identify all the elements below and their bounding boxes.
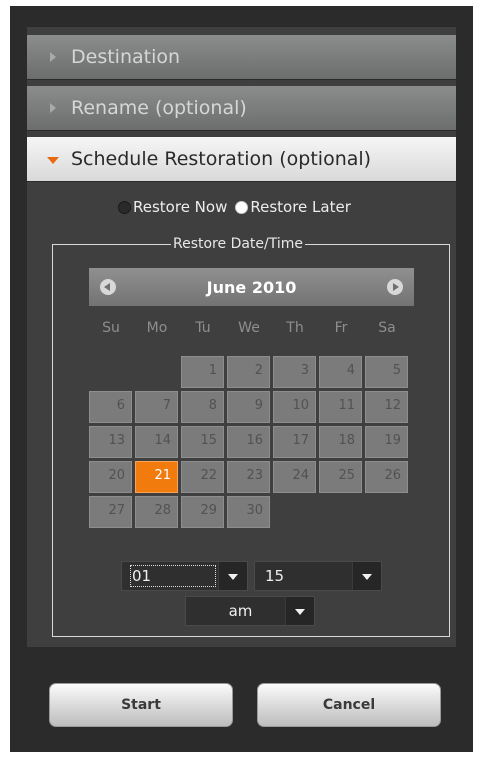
calendar-day[interactable]: 11 xyxy=(319,391,362,423)
calendar-day[interactable]: 15 xyxy=(181,426,224,458)
calendar-day[interactable]: 25 xyxy=(319,461,362,493)
section-destination[interactable]: Destination xyxy=(27,35,456,80)
ampm-select[interactable]: am xyxy=(185,596,315,626)
restore-now-radio[interactable] xyxy=(118,200,131,214)
prev-month-icon[interactable] xyxy=(100,279,116,295)
weekday-label: Su xyxy=(102,320,120,336)
collapse-arrow-icon xyxy=(47,157,59,164)
weekday-label: Tu xyxy=(195,320,211,336)
calendar-day[interactable]: 14 xyxy=(135,426,178,458)
calendar-day[interactable]: 6 xyxy=(89,391,132,423)
calendar-day[interactable]: 23 xyxy=(227,461,270,493)
weekday-label: We xyxy=(238,320,260,336)
hour-select[interactable]: 01 xyxy=(121,561,248,591)
calendar-day[interactable]: 8 xyxy=(181,391,224,423)
calendar-day[interactable]: 19 xyxy=(365,426,408,458)
cancel-button[interactable]: Cancel xyxy=(257,683,441,727)
section-schedule[interactable]: Schedule Restoration (optional) xyxy=(27,137,456,182)
section-rename-label: Rename (optional) xyxy=(71,97,247,119)
calendar-day[interactable]: 13 xyxy=(89,426,132,458)
hour-value: 01 xyxy=(130,565,216,587)
calendar-day[interactable]: 16 xyxy=(227,426,270,458)
weekday-label: Mo xyxy=(146,320,168,336)
section-rename[interactable]: Rename (optional) xyxy=(27,86,456,131)
calendar-day[interactable]: 7 xyxy=(135,391,178,423)
chevron-down-icon xyxy=(218,562,247,590)
calendar-day[interactable]: 27 xyxy=(89,496,132,528)
calendar-header: June 2010 xyxy=(89,268,414,306)
calendar-day[interactable]: 30 xyxy=(227,496,270,528)
weekday-label: Sa xyxy=(378,320,396,336)
weekday-label: Th xyxy=(286,320,304,336)
calendar-day[interactable]: 20 xyxy=(89,461,132,493)
calendar-day[interactable]: 24 xyxy=(273,461,316,493)
calendar-day[interactable]: 28 xyxy=(135,496,178,528)
chevron-down-icon xyxy=(352,562,381,590)
calendar-day[interactable]: 22 xyxy=(181,461,224,493)
restore-later-radio[interactable] xyxy=(235,200,249,214)
calendar-day[interactable]: 12 xyxy=(365,391,408,423)
calendar-day[interactable]: 2 xyxy=(227,356,270,388)
calendar-day[interactable]: 5 xyxy=(365,356,408,388)
restore-option-group: Restore Now Restore Later xyxy=(118,196,351,218)
calendar-day[interactable]: 3 xyxy=(273,356,316,388)
chevron-down-icon xyxy=(285,597,314,625)
weekday-label: Fr xyxy=(334,320,348,336)
section-destination-label: Destination xyxy=(71,46,181,68)
calendar-day[interactable]: 26 xyxy=(365,461,408,493)
expand-arrow-icon xyxy=(50,103,56,113)
minute-value: 15 xyxy=(265,567,285,585)
calendar-day-selected[interactable]: 21 xyxy=(135,461,178,493)
calendar-day[interactable]: 9 xyxy=(227,391,270,423)
calendar-day[interactable]: 17 xyxy=(273,426,316,458)
restore-later-label[interactable]: Restore Later xyxy=(250,198,351,216)
next-month-icon[interactable] xyxy=(387,279,403,295)
expand-arrow-icon xyxy=(50,52,56,62)
calendar-day[interactable]: 29 xyxy=(181,496,224,528)
calendar-day[interactable]: 1 xyxy=(181,356,224,388)
start-button[interactable]: Start xyxy=(49,683,233,727)
calendar-day[interactable]: 10 xyxy=(273,391,316,423)
ampm-value: am xyxy=(228,602,253,620)
restore-now-label[interactable]: Restore Now xyxy=(133,198,227,216)
section-schedule-label: Schedule Restoration (optional) xyxy=(71,148,372,170)
minute-select[interactable]: 15 xyxy=(254,561,382,591)
calendar-day[interactable]: 18 xyxy=(319,426,362,458)
restore-datetime-legend: Restore Date/Time xyxy=(171,236,306,252)
calendar-month-title: June 2010 xyxy=(206,277,297,297)
calendar-day[interactable]: 4 xyxy=(319,356,362,388)
